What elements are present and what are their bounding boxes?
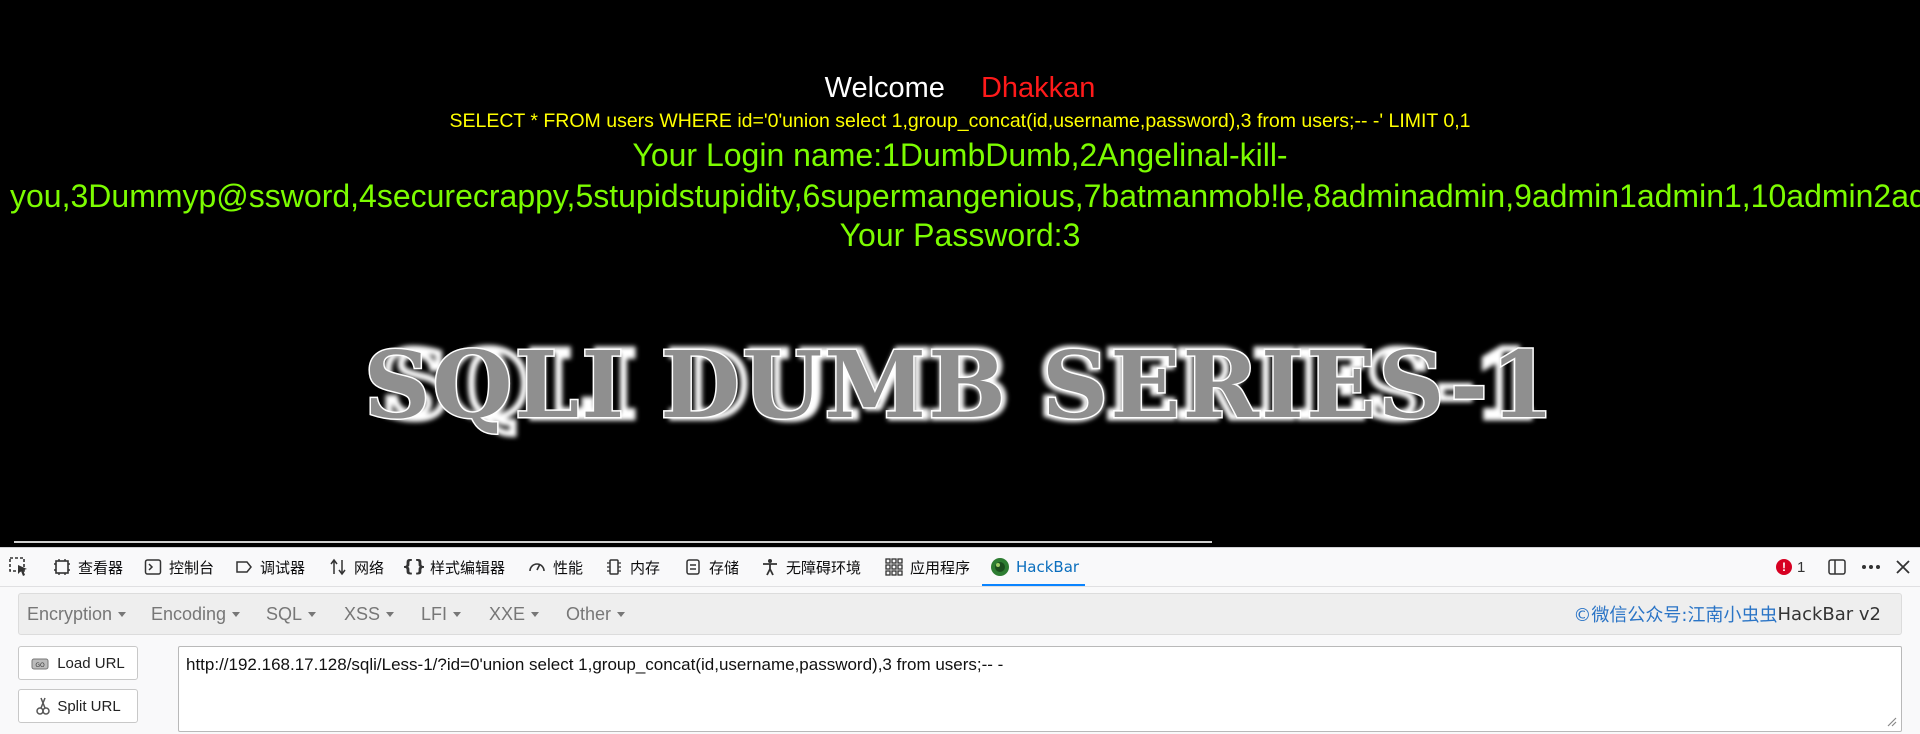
credit-prefix: ©微信公众号: (1573, 605, 1688, 626)
caret-down-icon (232, 611, 241, 617)
resize-handle-icon[interactable] (1885, 715, 1897, 727)
menu-label: SQL (266, 603, 303, 624)
tab-label: 存储 (709, 558, 740, 577)
split-url-label: Split URL (57, 697, 121, 715)
style-editor-icon: {} (401, 557, 427, 577)
scissors-icon (35, 696, 51, 716)
menu-sql[interactable]: SQL (266, 594, 317, 634)
load-url-label: Load URL (57, 654, 125, 672)
tab-label: 查看器 (78, 558, 124, 577)
tab-label: 控制台 (169, 558, 215, 577)
dock-side-icon[interactable] (1827, 548, 1847, 586)
tab-label: 无障碍环境 (786, 558, 862, 577)
tab-label: 应用程序 (910, 558, 971, 577)
devtools-panel: 查看器 控制台 调试器 网络 {} 样式编辑器 性能 内存 存储 无障碍环境 应… (0, 547, 1920, 734)
caret-down-icon (453, 611, 462, 617)
error-count: 1 (1797, 558, 1806, 576)
storage-icon (683, 557, 703, 577)
web-page: Welcome Dhakkan SELECT * FROM users WHERE… (0, 0, 1920, 547)
menu-label: XXE (489, 603, 526, 624)
login-name-line-2: you,3Dummyp@ssword,4securecrappy,5stupid… (10, 178, 1920, 214)
credit-link[interactable]: 江南小虫虫 (1688, 601, 1778, 627)
menu-lfi[interactable]: LFI (421, 594, 462, 634)
welcome-name: Dhakkan (980, 72, 1096, 104)
tab-label: HackBar (1016, 558, 1080, 576)
menu-other[interactable]: Other (566, 594, 626, 634)
tab-hackbar[interactable]: HackBar (981, 548, 1086, 586)
tab-label: 调试器 (260, 558, 306, 577)
tab-inspector[interactable]: 查看器 (52, 548, 123, 586)
password-line: Your Password:3 (839, 217, 1081, 253)
credit-version: HackBar v2 (1777, 603, 1882, 625)
debugger-icon (234, 557, 254, 577)
performance-icon (527, 557, 547, 577)
sql-query-text: SELECT * FROM users WHERE id='0'union se… (449, 110, 1471, 132)
url-textarea[interactable]: http://192.168.17.128/sqli/Less-1/?id=0'… (178, 646, 1902, 732)
banner-text: SQLI DUMB SERIES-1 (364, 331, 1556, 439)
tab-performance[interactable]: 性能 (527, 548, 583, 586)
tab-label: 网络 (354, 558, 385, 577)
tab-label: 内存 (630, 558, 661, 577)
menu-label: Other (566, 603, 612, 624)
tab-debugger[interactable]: 调试器 (234, 548, 305, 586)
horizontal-scrollbar[interactable] (14, 541, 1212, 543)
menu-xxe[interactable]: XXE (489, 594, 540, 634)
console-icon (143, 557, 163, 577)
more-options-icon[interactable] (1860, 548, 1882, 586)
menu-label: LFI (421, 603, 448, 624)
caret-down-icon (118, 611, 127, 617)
caret-down-icon (617, 611, 626, 617)
tab-console[interactable]: 控制台 (143, 548, 214, 586)
menu-label: Encryption (27, 603, 113, 624)
hackbar-icon (990, 557, 1010, 577)
application-icon (884, 557, 904, 577)
error-counter[interactable]: ! 1 (1776, 548, 1805, 586)
network-icon (328, 557, 348, 577)
login-name-line-1: Your Login name:1DumbDumb,2Angelinal-kil… (632, 137, 1288, 173)
devtools-tabbar: 查看器 控制台 调试器 网络 {} 样式编辑器 性能 内存 存储 无障碍环境 应… (0, 548, 1920, 587)
caret-down-icon (308, 611, 317, 617)
tab-label: 性能 (553, 558, 584, 577)
inspector-icon (52, 557, 72, 577)
hackbar-menu-bar: Encryption Encoding SQL XSS LFI XXE Othe… (18, 593, 1902, 635)
svg-text:GO: GO (36, 662, 46, 669)
tab-application[interactable]: 应用程序 (884, 548, 970, 586)
welcome-label: Welcome (824, 72, 945, 104)
tab-label: 样式编辑器 (430, 558, 506, 577)
tab-memory[interactable]: 内存 (604, 548, 660, 586)
error-icon: ! (1776, 559, 1792, 575)
menu-encryption[interactable]: Encryption (27, 594, 127, 634)
sqli-dumb-series-banner: SQLI DUMB SERIES-1 SQLI DUMB SERIES-1 (362, 328, 1556, 443)
close-icon[interactable] (1894, 548, 1912, 586)
menu-label: Encoding (151, 603, 227, 624)
tab-accessibility[interactable]: 无障碍环境 (760, 548, 861, 586)
welcome-line: Welcome Dhakkan (0, 70, 1920, 106)
accessibility-icon (760, 557, 780, 577)
tab-style-editor[interactable]: {} 样式编辑器 (401, 548, 506, 586)
element-picker-icon[interactable] (8, 548, 30, 586)
url-text: http://192.168.17.128/sqli/Less-1/?id=0'… (186, 655, 1004, 674)
split-url-button[interactable]: Split URL (18, 689, 138, 723)
load-url-icon: GO (31, 655, 51, 671)
menu-label: XSS (344, 603, 381, 624)
menu-encoding[interactable]: Encoding (151, 594, 241, 634)
caret-down-icon (386, 611, 395, 617)
caret-down-icon (531, 611, 540, 617)
tab-storage[interactable]: 存储 (683, 548, 739, 586)
load-url-button[interactable]: GO Load URL (18, 646, 138, 680)
menu-xss[interactable]: XSS (344, 594, 395, 634)
tab-network[interactable]: 网络 (328, 548, 384, 586)
memory-icon (604, 557, 624, 577)
hackbar-credit: ©微信公众号: 江南小虫虫 HackBar v2 (1573, 594, 1881, 634)
